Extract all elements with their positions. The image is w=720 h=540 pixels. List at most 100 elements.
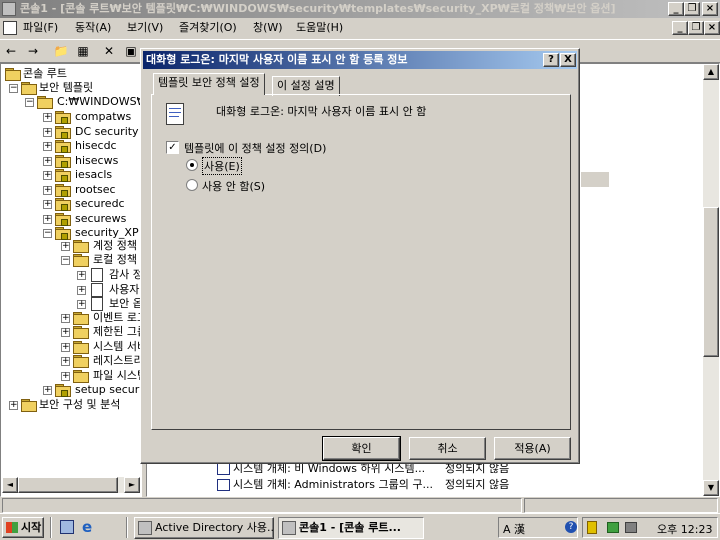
tree-label: 보안 구성 및 분석 — [39, 398, 121, 411]
tab-explain[interactable]: 이 설정 설명 — [272, 76, 340, 96]
apply-button[interactable]: 적용(A) — [494, 437, 571, 460]
menu-window[interactable]: 창(W) — [253, 18, 283, 38]
tree-pane: 콘솔 루트 − 보안 템플릿 − C:₩WINDOWS₩security₩tem… — [0, 63, 142, 497]
close-button[interactable]: × — [702, 2, 718, 16]
ie-icon[interactable]: e — [82, 519, 92, 535]
properties-icon[interactable]: ▣ — [120, 41, 142, 61]
child-close-button[interactable]: × — [704, 21, 720, 35]
task-label: Active Directory 사용... — [155, 521, 274, 534]
radio-disable[interactable] — [186, 179, 198, 191]
tree-label: 보안 옵션 — [109, 297, 142, 310]
collapse-icon[interactable]: − — [61, 256, 70, 265]
expand-icon[interactable]: + — [9, 401, 18, 410]
expand-icon[interactable]: + — [43, 171, 52, 180]
cancel-button[interactable]: 취소 — [409, 437, 486, 460]
menu-file[interactable]: 파일(F) — [23, 18, 58, 38]
expand-icon[interactable]: + — [43, 156, 52, 166]
expand-icon[interactable]: + — [61, 343, 70, 352]
folder-icon — [73, 341, 89, 354]
expand-icon[interactable]: + — [61, 328, 70, 337]
collapse-icon[interactable]: − — [25, 98, 34, 107]
up-folder-icon[interactable]: 📁 — [50, 41, 72, 61]
expand-icon[interactable]: + — [61, 372, 70, 381]
policy-value: 정의되지 않음 — [445, 478, 510, 491]
properties-dialog: 대화형 로그온: 마지막 사용자 이름 표시 안 함 등록 정보 ? X 템플릿… — [140, 48, 580, 464]
task-active-directory[interactable]: Active Directory 사용... — [134, 517, 274, 539]
tree-horizontal-scrollbar[interactable]: ◄ ► — [2, 477, 140, 493]
menu-view[interactable]: 보기(V) — [127, 18, 163, 38]
tree-label: 로컬 정책 — [93, 253, 137, 266]
menu-action[interactable]: 동작(A) — [75, 18, 111, 38]
start-button[interactable]: 시작 — [2, 517, 44, 538]
lock-icon — [61, 117, 68, 124]
scroll-up-button[interactable]: ▲ — [703, 64, 719, 80]
windows-logo-icon — [6, 522, 18, 533]
delete-icon[interactable]: ✕ — [98, 41, 120, 61]
menu-help[interactable]: 도움말(H) — [296, 18, 343, 38]
policy-name: 시스템 개체: Administrators 그룹의 구... — [233, 478, 433, 491]
task-console[interactable]: 콘솔1 - [콘솔 루트... — [278, 517, 424, 539]
expand-icon[interactable]: + — [77, 271, 86, 280]
folder-icon — [73, 326, 89, 339]
lock-icon — [61, 204, 68, 211]
scroll-thumb[interactable] — [703, 207, 719, 357]
menu-favorites[interactable]: 즐겨찾기(O) — [179, 18, 237, 38]
ime-bar: A 漢 ? — [498, 517, 578, 538]
show-tree-icon[interactable]: ▦ — [72, 41, 94, 61]
scroll-down-button[interactable]: ▼ — [703, 480, 719, 496]
expand-icon[interactable]: + — [43, 200, 52, 209]
radio-disable-label: 사용 안 함(S) — [202, 180, 266, 193]
volume-icon[interactable] — [625, 522, 637, 533]
window-title: 콘솔1 - [콘솔 루트₩보안 템플릿₩C:₩WINDOWS₩security₩… — [20, 2, 616, 15]
lock-icon — [61, 146, 68, 153]
dialog-title-bar[interactable]: 대화형 로그온: 마지막 사용자 이름 표시 안 함 등록 정보 — [143, 51, 577, 69]
collapse-icon[interactable]: − — [43, 229, 52, 238]
expand-icon[interactable]: + — [61, 314, 70, 323]
back-arrow-icon[interactable]: ← — [0, 41, 22, 61]
lock-icon — [61, 189, 68, 197]
minimize-button[interactable]: _ — [668, 2, 684, 16]
radio-enable-label: 사용(E) — [202, 157, 242, 175]
main-title-bar[interactable]: 콘솔1 - [콘솔 루트₩보안 템플릿₩C:₩WINDOWS₩security₩… — [0, 0, 720, 18]
expand-icon[interactable]: + — [43, 127, 52, 137]
ime-indicator[interactable]: A 漢 — [503, 521, 525, 537]
lock-icon — [61, 160, 68, 168]
ime-help-icon[interactable]: ? — [565, 521, 577, 533]
define-checkbox[interactable]: ✓ — [166, 141, 179, 154]
expand-icon[interactable]: + — [61, 242, 70, 251]
help-button[interactable]: ? — [543, 53, 559, 67]
scroll-thumb[interactable] — [18, 477, 118, 493]
shield-icon[interactable] — [587, 521, 597, 534]
expand-icon[interactable]: + — [61, 357, 70, 366]
tray-clock[interactable]: 오후 12:23 — [657, 521, 712, 537]
vertical-scrollbar[interactable]: ▲ ▼ — [703, 64, 719, 496]
forward-arrow-icon[interactable]: → — [22, 41, 44, 61]
expand-icon[interactable]: + — [77, 285, 86, 295]
tab-panel: 대화형 로그온: 마지막 사용자 이름 표시 안 함 ✓ 템플릿에 이 정책 설… — [151, 94, 571, 430]
tab-template-policy[interactable]: 템플릿 보안 정책 설정 — [153, 73, 265, 95]
expand-icon[interactable]: + — [43, 386, 52, 395]
restore-button[interactable]: ❐ — [684, 2, 700, 16]
collapse-icon[interactable]: − — [9, 84, 18, 93]
expand-icon[interactable]: + — [43, 214, 52, 224]
network-icon[interactable] — [607, 522, 619, 533]
expand-icon[interactable]: + — [43, 113, 52, 122]
expand-icon[interactable]: + — [43, 142, 52, 151]
expand-icon[interactable]: + — [43, 185, 52, 195]
quicklaunch-separator — [126, 517, 128, 538]
status-panel — [524, 498, 718, 513]
policy-title: 대화형 로그온: 마지막 사용자 이름 표시 안 함 — [216, 105, 427, 118]
radio-enable[interactable] — [186, 159, 198, 171]
folder-icon — [73, 312, 89, 325]
scroll-left-button[interactable]: ◄ — [2, 477, 18, 493]
child-minimize-button[interactable]: _ — [672, 21, 688, 35]
scroll-right-button[interactable]: ► — [124, 477, 140, 493]
policy-icon — [217, 463, 230, 475]
child-restore-button[interactable]: ❐ — [688, 21, 704, 35]
menu-bar: 파일(F) 동작(A) 보기(V) 즐겨찾기(O) 창(W) 도움말(H) _ … — [0, 18, 720, 38]
expand-icon[interactable]: + — [77, 300, 86, 309]
dialog-close-button[interactable]: X — [560, 53, 576, 67]
folder-icon — [37, 96, 53, 109]
show-desktop-icon[interactable] — [60, 520, 74, 534]
ok-button[interactable]: 확인 — [322, 436, 401, 461]
